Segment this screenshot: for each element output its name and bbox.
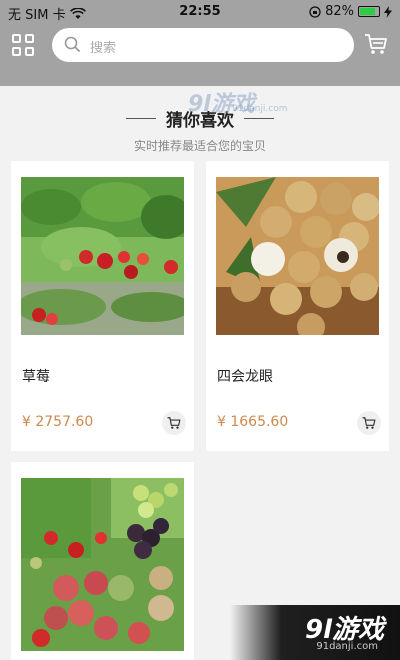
product-name[interactable]: 草莓 bbox=[22, 366, 50, 386]
battery-icon bbox=[358, 6, 380, 17]
search-placeholder: 搜索 bbox=[90, 41, 117, 56]
watermark-site-text: 91danji.com bbox=[316, 641, 378, 652]
product-card[interactable]: 草莓 ¥ 2757.60 bbox=[11, 161, 194, 451]
product-price: ¥ 1665.60 bbox=[217, 414, 289, 430]
product-name[interactable]: 四会龙眼 bbox=[217, 366, 273, 386]
charging-icon bbox=[384, 5, 392, 18]
product-card[interactable]: 四会龙眼 ¥ 1665.60 bbox=[206, 161, 389, 451]
watermark-badge: 9l游戏 91danji.com bbox=[230, 605, 400, 660]
status-bar: 无 SIM 卡 22:55 82% bbox=[0, 0, 400, 24]
product-image-longan[interactable] bbox=[216, 177, 379, 335]
search-icon bbox=[64, 36, 81, 53]
product-image-strawberry[interactable] bbox=[21, 177, 184, 335]
section-subtitle: 实时推荐最适合您的宝贝 bbox=[133, 139, 266, 153]
cart-icon bbox=[167, 417, 181, 429]
cart-icon[interactable] bbox=[364, 32, 388, 56]
add-to-cart-button[interactable] bbox=[162, 411, 186, 435]
top-bar: 搜索 bbox=[0, 24, 400, 86]
add-to-cart-button[interactable] bbox=[357, 411, 381, 435]
status-right: 82% bbox=[309, 4, 392, 19]
cart-icon bbox=[362, 417, 376, 429]
lock-rotation-icon bbox=[309, 5, 321, 18]
title-divider-right bbox=[244, 118, 274, 119]
battery-percent: 82% bbox=[325, 4, 354, 19]
search-input[interactable]: 搜索 bbox=[52, 28, 354, 62]
product-price: ¥ 2757.60 bbox=[22, 414, 94, 430]
watermark-site: 91danji.com bbox=[232, 104, 288, 114]
title-divider-left bbox=[126, 118, 156, 119]
product-card[interactable] bbox=[11, 462, 194, 660]
battery-fill bbox=[360, 8, 375, 15]
grid-icon[interactable] bbox=[12, 34, 36, 58]
product-image-mixed-fruit[interactable] bbox=[21, 478, 184, 651]
